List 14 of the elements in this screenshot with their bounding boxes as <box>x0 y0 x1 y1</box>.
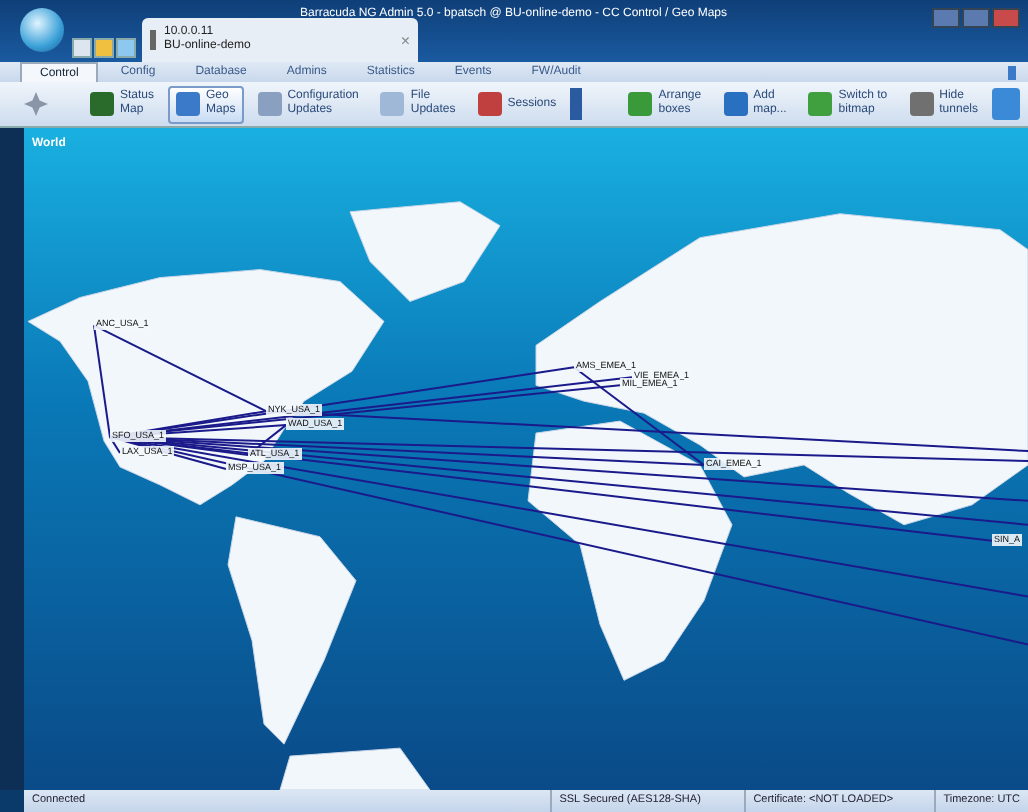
server-icon <box>150 30 156 50</box>
close-icon[interactable] <box>992 8 1020 28</box>
toolbar-icon <box>477 92 502 116</box>
toolbar-icon <box>723 92 748 116</box>
toolbar-icon <box>90 92 114 116</box>
toolbar-icon <box>257 92 282 116</box>
more-button[interactable] <box>570 88 583 120</box>
app-orb-icon[interactable] <box>20 8 64 52</box>
toolbar-icon <box>380 92 405 116</box>
toolbar-icon <box>909 92 934 116</box>
toolbar-icon <box>808 92 833 116</box>
toolbar-icon <box>628 92 653 116</box>
view-button[interactable] <box>992 88 1020 120</box>
toolbar-icon <box>176 92 201 116</box>
